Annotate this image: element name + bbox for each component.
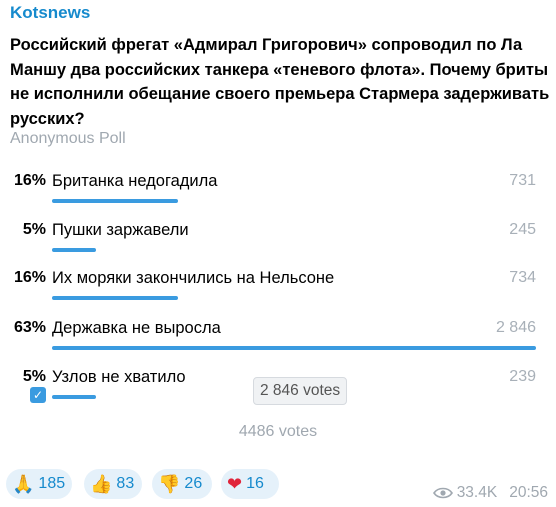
option-text: Державка не выросла [52,319,221,337]
option-vote-count: 239 [509,368,536,385]
reaction-thumbs-down[interactable]: 👎 26 [152,469,212,499]
pray-icon: 🙏 [12,473,35,495]
option-progress-bar [52,296,178,300]
option-progress-bar [52,248,96,252]
message-time: 20:56 [509,484,548,501]
channel-name[interactable]: Kotsnews [10,3,90,23]
poll-question: Российский фрегат «Адмирал Григорович» с… [10,36,550,128]
thumbs-up-icon: 👍 [90,473,113,495]
option-percent: 5% [22,368,46,385]
reaction-count: 83 [116,475,135,492]
reaction-count: 16 [246,475,264,492]
thumbs-down-icon: 👎 [158,473,181,495]
option-text: Британка недогадила [52,172,218,190]
option-progress-bar [52,395,96,399]
option-text: Пушки заржавели [52,221,189,239]
reaction-count: 185 [38,475,66,492]
total-votes-link[interactable]: 4486 votes [0,423,556,441]
poll-option[interactable]: 5% Пушки заржавели 245 [0,220,556,266]
option-text: Узлов не хватило [52,368,186,386]
option-text: Их моряки закончились на Нельсоне [52,269,335,287]
selected-check-icon: ✓ [30,387,46,403]
option-vote-count: 245 [509,221,536,238]
poll-option[interactable]: 63% Державка не выросла 2 846 [0,318,556,364]
option-progress-bar [52,199,178,203]
option-percent: 63% [13,319,46,336]
votes-tooltip: 2 846 votes [253,377,348,405]
option-vote-count: 734 [509,269,536,286]
option-progress-bar [52,346,536,350]
reaction-pray[interactable]: 🙏 185 [6,469,72,499]
option-percent: 16% [13,172,46,189]
view-count: 33.4K [456,484,498,501]
option-percent: 16% [13,269,46,286]
option-vote-count: 2 846 [495,319,536,336]
heart-icon: ❤ [227,473,243,495]
poll-type-label: Anonymous Poll [10,130,126,147]
poll-option[interactable]: 16% Их моряки закончились на Нельсоне 73… [0,268,556,314]
poll-option[interactable]: 16% Британка недогадила 731 [0,171,556,217]
reaction-thumbs-up[interactable]: 👍 83 [84,469,142,499]
option-vote-count: 731 [509,172,536,189]
reaction-count: 26 [184,475,203,492]
option-percent: 5% [22,221,46,238]
reaction-heart[interactable]: ❤ 16 [221,469,279,499]
eye-icon [432,487,453,499]
message-meta: 33.4K 20:56 [432,484,548,502]
